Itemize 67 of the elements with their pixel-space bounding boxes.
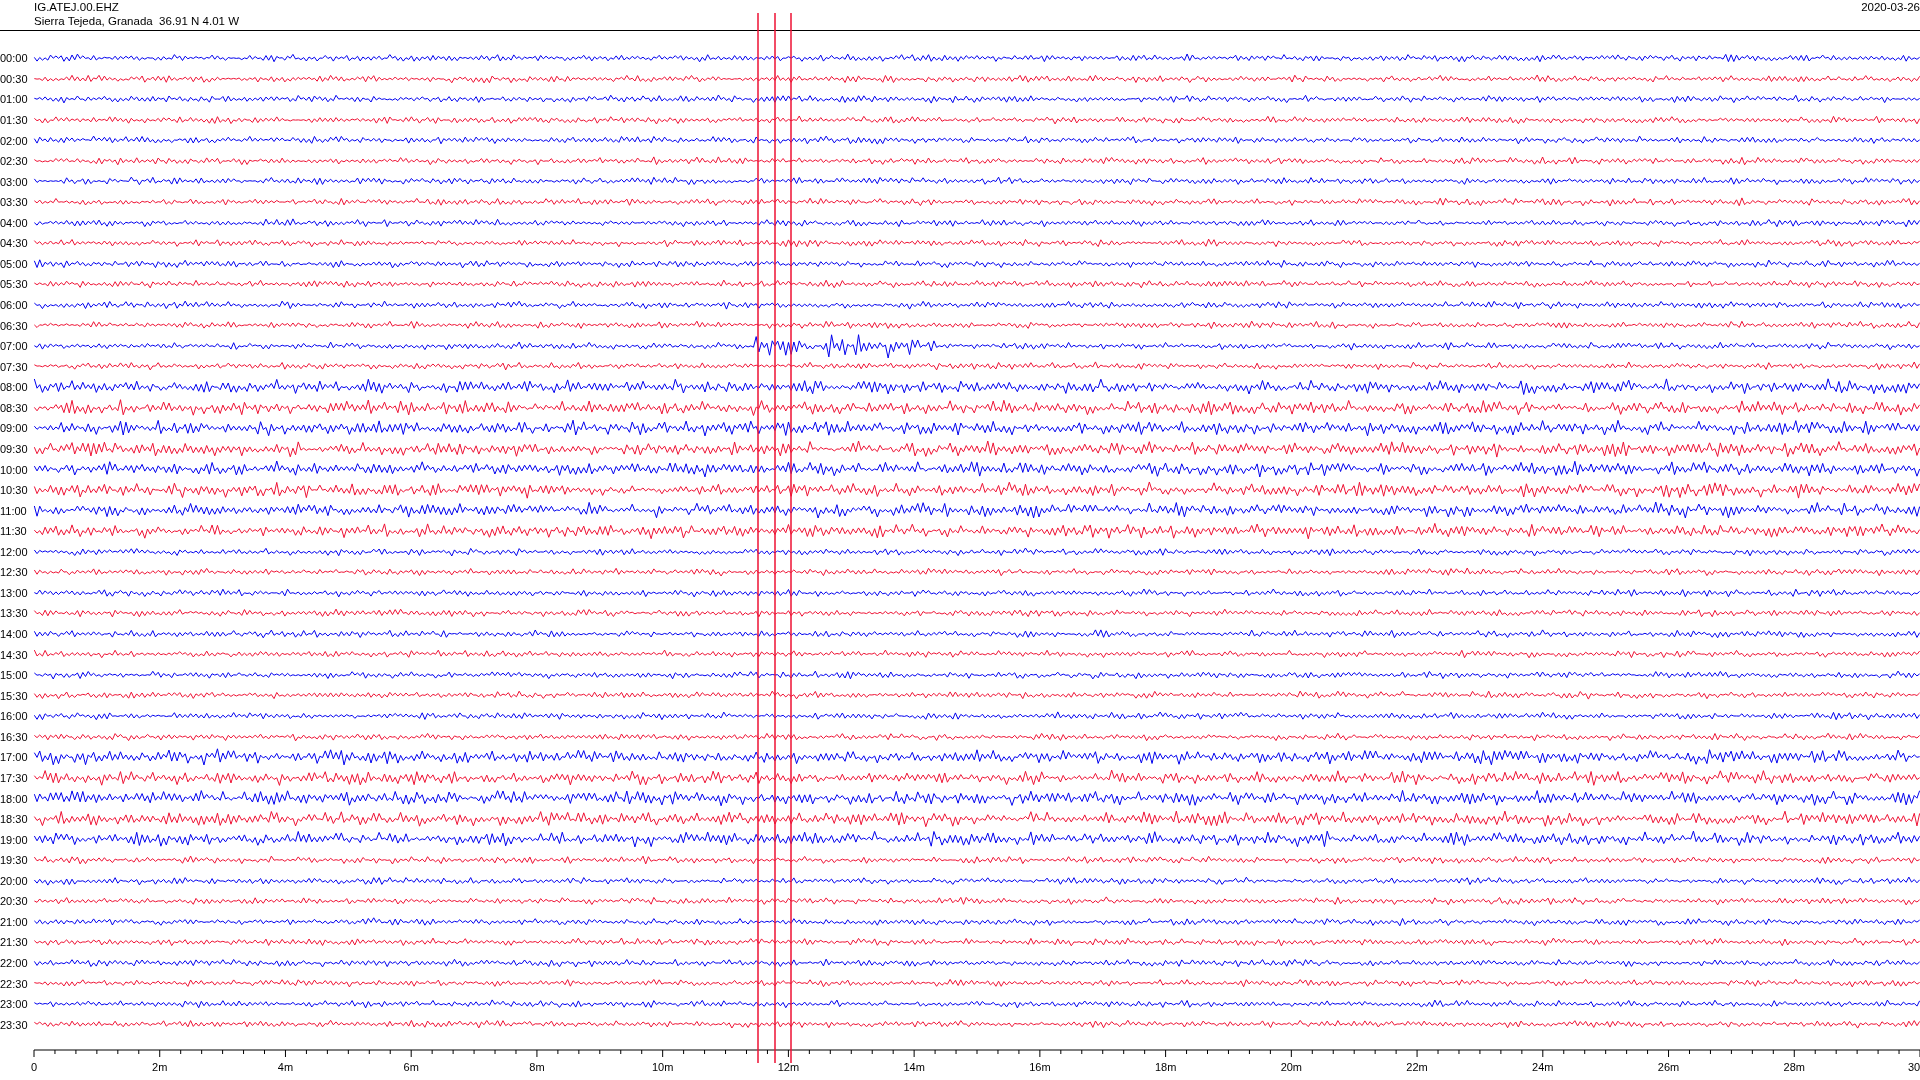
time-label: 20:00 xyxy=(0,874,29,887)
time-label: 11:30 xyxy=(0,525,28,538)
axis-label: 4m xyxy=(277,1061,294,1073)
time-label: 04:00 xyxy=(0,216,29,229)
axis-label: 22m xyxy=(1406,1061,1428,1073)
axis-label: 2m xyxy=(152,1061,168,1073)
time-label: 01:00 xyxy=(0,93,29,106)
time-label: 02:30 xyxy=(0,155,29,168)
time-label: 06:00 xyxy=(0,299,29,312)
time-label: 10:00 xyxy=(0,463,29,476)
axis-label: 8m xyxy=(529,1061,545,1073)
time-label: 18:00 xyxy=(0,792,29,805)
time-label: 03:00 xyxy=(0,175,29,188)
time-label: 19:30 xyxy=(0,854,29,867)
axis-label: 20m xyxy=(1280,1061,1303,1073)
time-label: 15:30 xyxy=(0,689,29,702)
axis-label: 28m xyxy=(1783,1061,1805,1073)
axis-label: 0 xyxy=(30,1061,38,1073)
time-label: 19:00 xyxy=(0,833,29,846)
time-label: 17:30 xyxy=(0,771,29,784)
axis-label: 24m xyxy=(1532,1061,1554,1073)
axis-label: 6m xyxy=(403,1061,419,1073)
time-label: 21:30 xyxy=(0,936,29,949)
time-label: 17:00 xyxy=(0,751,29,764)
time-label: 00:00 xyxy=(0,52,29,65)
time-label: 05:30 xyxy=(0,278,29,291)
time-label: 03:30 xyxy=(0,196,29,209)
time-label: 21:00 xyxy=(0,915,29,928)
time-label: 11:00 xyxy=(0,504,28,517)
time-label: 14:30 xyxy=(0,648,29,661)
time-label: 20:30 xyxy=(0,895,29,908)
axis-label: 16m xyxy=(1029,1061,1051,1073)
date: 2020-03-26 xyxy=(1861,0,1920,15)
time-label: 01:30 xyxy=(0,113,29,126)
time-label: 16:30 xyxy=(0,730,29,743)
time-label: 10:30 xyxy=(0,484,29,497)
axis-label: 26m xyxy=(1657,1061,1680,1073)
time-label: 08:30 xyxy=(0,401,29,414)
time-label: 22:30 xyxy=(0,977,29,990)
time-label: 12:00 xyxy=(0,545,29,558)
time-label: 04:30 xyxy=(0,237,29,250)
axis-label: 10m xyxy=(651,1061,674,1073)
time-label: 22:00 xyxy=(0,957,29,970)
time-label: 07:00 xyxy=(0,340,29,353)
station-location: Sierra Tejeda, Granada 36.91 N 4.01 W xyxy=(34,14,239,28)
time-label: 23:00 xyxy=(0,998,29,1011)
time-label: 13:00 xyxy=(0,586,29,599)
axis-label: 30 xyxy=(1908,1061,1920,1073)
time-label: 15:00 xyxy=(0,669,29,682)
time-label: 02:00 xyxy=(0,134,29,147)
time-label: 12:30 xyxy=(0,566,29,579)
time-label: 18:30 xyxy=(0,813,29,826)
axis-label: 18m xyxy=(1154,1061,1177,1073)
time-label: 06:30 xyxy=(0,319,29,332)
time-label: 23:30 xyxy=(0,1018,29,1031)
time-label: 00:30 xyxy=(0,72,29,85)
axis-label: 12m xyxy=(777,1061,800,1073)
time-label: 14:00 xyxy=(0,628,29,641)
time-label: 09:00 xyxy=(0,422,29,435)
time-label: 13:30 xyxy=(0,607,29,620)
time-label: 08:00 xyxy=(0,381,29,394)
time-label: 07:30 xyxy=(0,360,29,373)
time-label: 05:00 xyxy=(0,257,29,270)
time-label: 09:30 xyxy=(0,442,29,455)
time-label: 16:00 xyxy=(0,710,29,723)
station-code: IG.ATEJ.00.EHZ xyxy=(34,0,120,14)
axis-label: 14m xyxy=(903,1061,925,1073)
